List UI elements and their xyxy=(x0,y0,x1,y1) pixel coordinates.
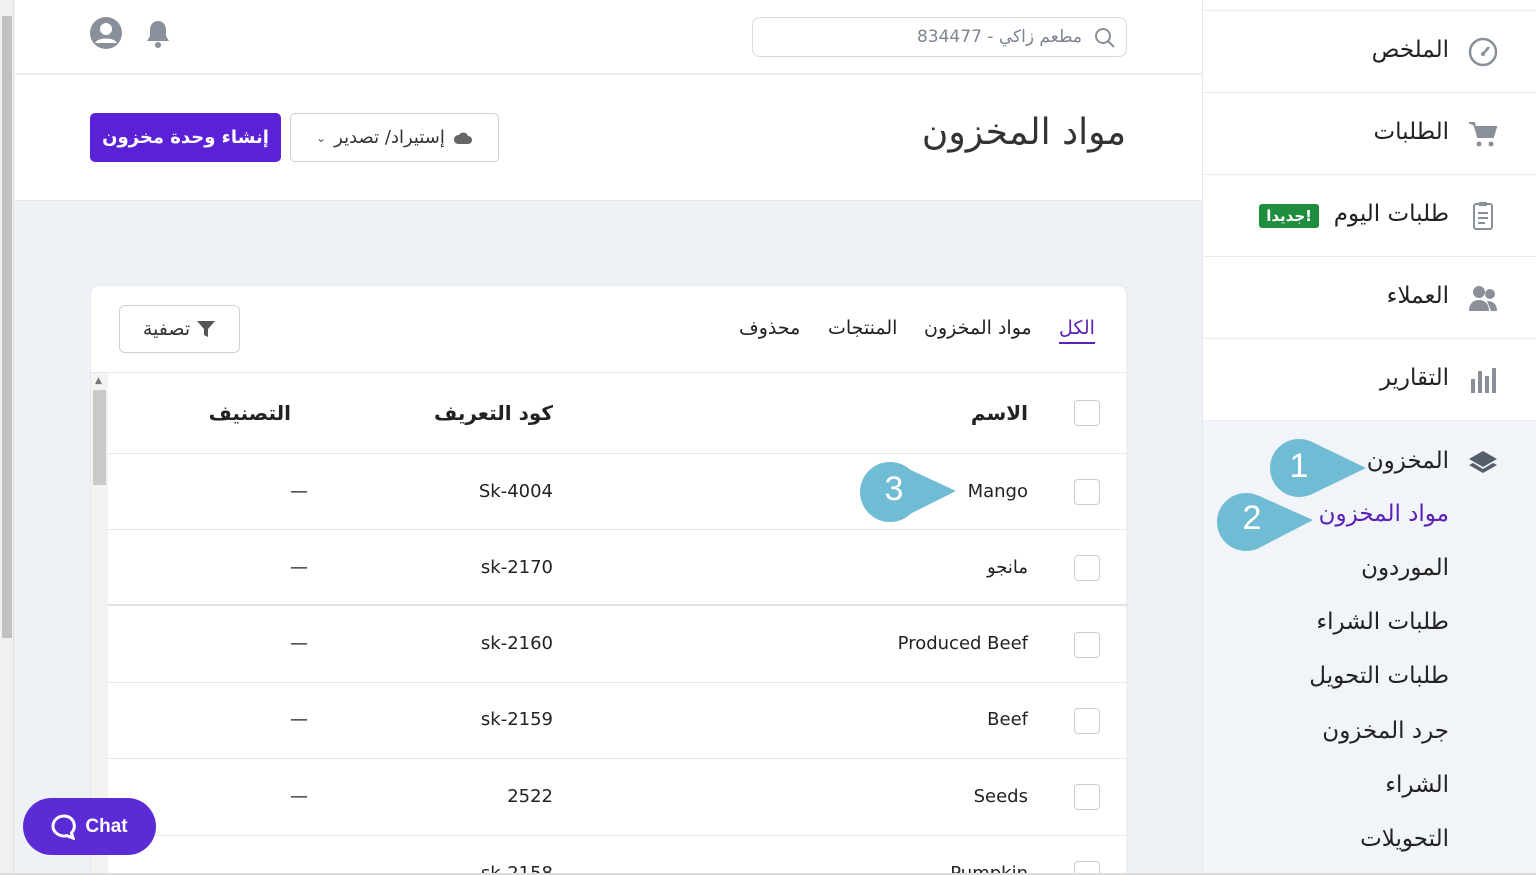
sidebar-item-label: الملخص xyxy=(1371,37,1449,63)
callout-2: 2 xyxy=(1217,493,1313,551)
select-all-checkbox[interactable] xyxy=(1074,400,1100,426)
callout-number: 3 xyxy=(884,470,904,508)
sidebar-subitem-transfers[interactable]: التحويلات xyxy=(1360,826,1449,852)
sidebar-group-inventory: المخزون مواد المخزون الموردون طلبات الشر… xyxy=(1203,421,1536,875)
sidebar-subitem-purchasing[interactable]: الشراء xyxy=(1385,772,1449,798)
sidebar-item-label: طلبات اليوم xyxy=(1333,201,1449,227)
tab-all[interactable]: الكل xyxy=(1059,317,1095,344)
sidebar-subitem-inventory-items[interactable]: مواد المخزون xyxy=(1319,501,1449,527)
tabs-bar: تصفية محذوف المنتجات مواد المخزون الكل xyxy=(91,286,1128,373)
callout-1: 1 xyxy=(1270,439,1366,497)
row-name: مانجو xyxy=(986,557,1028,578)
table-row[interactable]: Produced Beef sk-2160 — xyxy=(108,607,1128,683)
inventory-card: تصفية محذوف المنتجات مواد المخزون الكل ▲… xyxy=(90,285,1128,875)
table-row[interactable]: Mango Sk-4004 — xyxy=(108,454,1128,530)
row-name: Mango xyxy=(967,481,1028,502)
sidebar-subitem-inventory-count[interactable]: جرد المخزون xyxy=(1322,718,1449,744)
bell-icon[interactable] xyxy=(142,18,174,50)
search-box[interactable] xyxy=(752,17,1127,57)
sidebar-item-summary[interactable]: الملخص xyxy=(1203,11,1536,93)
cloud-icon xyxy=(453,132,472,144)
sidebar-item-reports[interactable]: التقارير xyxy=(1203,339,1536,421)
row-name: Beef xyxy=(987,709,1028,730)
filter-button[interactable]: تصفية xyxy=(119,305,240,353)
dashboard-gauge-icon xyxy=(1467,37,1499,67)
cart-icon xyxy=(1467,119,1499,149)
tab-deleted[interactable]: محذوف xyxy=(739,317,800,339)
sidebar-subitem-purchase-orders[interactable]: طلبات الشراء xyxy=(1316,609,1449,635)
row-category: — xyxy=(290,557,308,578)
search-icon xyxy=(1094,27,1116,49)
row-category: — xyxy=(290,709,308,730)
page-scrollbar-thumb[interactable] xyxy=(2,16,12,638)
create-inventory-item-button[interactable]: إنشاء وحدة مخزون xyxy=(90,113,281,162)
sidebar-item-today-orders[interactable]: طلبات اليوم جديدا! xyxy=(1203,175,1536,257)
sidebar-subitem-suppliers[interactable]: الموردون xyxy=(1361,555,1449,581)
column-header-name[interactable]: الاسم xyxy=(971,401,1028,425)
row-name: Seeds xyxy=(973,786,1028,807)
new-badge: جديدا! xyxy=(1259,204,1319,228)
customers-icon xyxy=(1467,283,1499,313)
user-avatar-icon[interactable] xyxy=(89,16,123,50)
table-header-row: الاسم كود التعريف التصنيف xyxy=(108,373,1128,454)
callout-number: 1 xyxy=(1289,447,1309,485)
row-checkbox[interactable] xyxy=(1074,555,1100,581)
scroll-up-arrow-icon[interactable]: ▲ xyxy=(95,376,102,386)
bar-chart-icon xyxy=(1467,365,1499,395)
chevron-down-icon: ⌄ xyxy=(316,130,327,145)
row-name: Produced Beef xyxy=(897,633,1028,654)
row-category: — xyxy=(290,481,308,502)
column-header-category[interactable]: التصنيف xyxy=(188,401,291,425)
row-checkbox[interactable] xyxy=(1074,632,1100,658)
row-checkbox[interactable] xyxy=(1074,784,1100,810)
table-row[interactable]: Beef sk-2159 — xyxy=(108,683,1128,759)
row-code: 2522 xyxy=(507,786,553,807)
sidebar-item-label: العملاء xyxy=(1386,283,1449,309)
table-row[interactable]: مانجو sk-2170 — xyxy=(108,530,1128,606)
tab-products[interactable]: المنتجات xyxy=(828,317,897,339)
sidebar-group-label: المخزون xyxy=(1366,448,1449,474)
import-export-button[interactable]: ⌄ إستيراد/ تصدير xyxy=(290,113,499,162)
row-code: sk-2160 xyxy=(480,633,553,654)
sidebar-subitem-transfer-orders[interactable]: طلبات التحويل xyxy=(1309,663,1449,689)
page-header: إنشاء وحدة مخزون ⌄ إستيراد/ تصدير مواد ا… xyxy=(15,75,1202,201)
chat-button[interactable]: Chat xyxy=(23,798,156,855)
tab-inventory-items[interactable]: مواد المخزون xyxy=(924,317,1032,339)
row-code: sk-2170 xyxy=(480,557,553,578)
table-row[interactable]: Seeds 2522 — xyxy=(108,759,1128,836)
clipboard-icon xyxy=(1467,201,1499,231)
row-category: — xyxy=(290,786,308,807)
row-checkbox[interactable] xyxy=(1074,479,1100,505)
sidebar-item-label: الطلبات xyxy=(1373,119,1449,145)
page-title: مواد المخزون xyxy=(921,112,1126,153)
chat-bubble-icon xyxy=(51,814,77,840)
filter-label: تصفية xyxy=(142,318,191,340)
page-scrollbar[interactable] xyxy=(0,0,14,875)
layers-icon xyxy=(1467,449,1499,477)
column-header-code[interactable]: كود التعريف xyxy=(428,401,553,425)
callout-3: 3 xyxy=(860,462,956,522)
search-input[interactable] xyxy=(753,18,1126,56)
sidebar: الملخص الطلبات طلبات اليوم جديدا! العملا… xyxy=(1202,0,1536,875)
table-row[interactable]: Pumpkin sk-2158 xyxy=(108,836,1128,875)
row-code: sk-2159 xyxy=(480,709,553,730)
sidebar-item-orders[interactable]: الطلبات xyxy=(1203,93,1536,175)
import-export-label: إستيراد/ تصدير xyxy=(334,127,445,148)
sidebar-item-customers[interactable]: العملاء xyxy=(1203,257,1536,339)
row-code: Sk-4004 xyxy=(478,481,553,502)
sidebar-item-label: التقارير xyxy=(1379,365,1449,391)
callout-number: 2 xyxy=(1242,499,1262,537)
row-checkbox[interactable] xyxy=(1074,708,1100,734)
row-category: — xyxy=(290,633,308,654)
top-bar xyxy=(15,0,1202,74)
chat-label: Chat xyxy=(85,815,128,837)
table-scrollbar-thumb[interactable] xyxy=(93,390,106,485)
filter-icon xyxy=(197,321,216,337)
